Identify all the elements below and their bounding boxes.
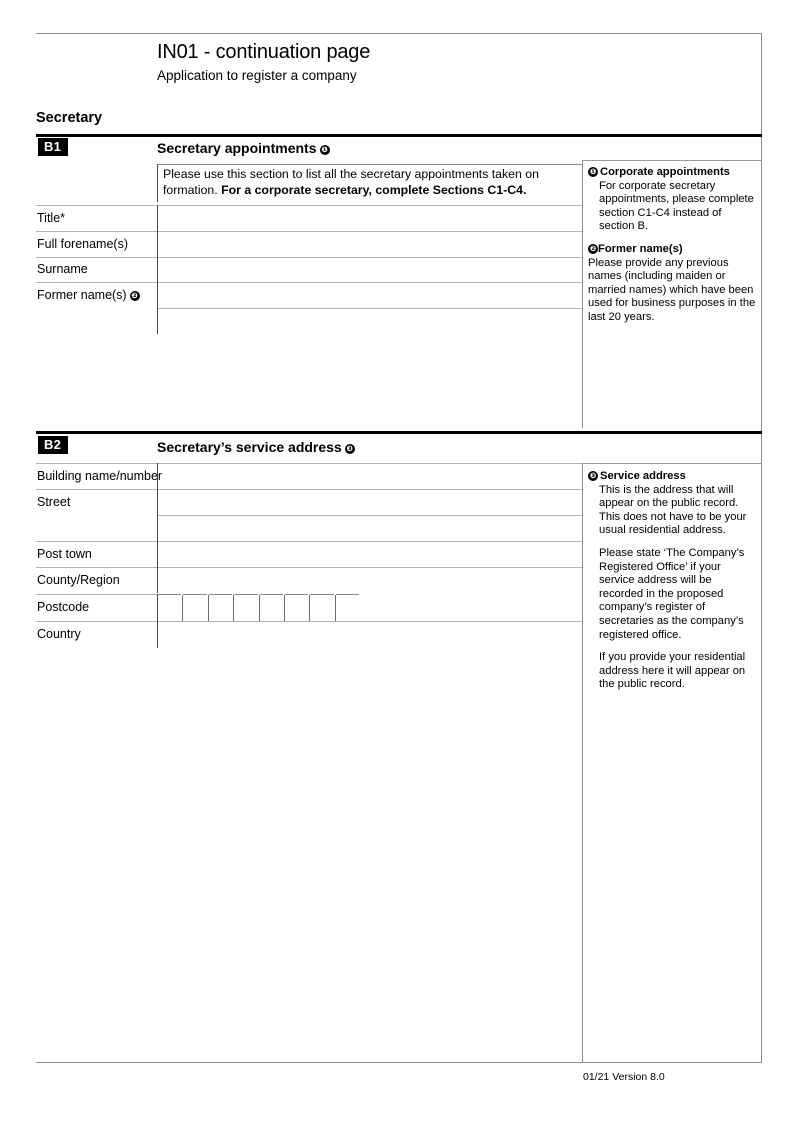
section-b2-badge: B2 bbox=[38, 436, 69, 454]
b1-guidance-1-body: For corporate secretary appointments, pl… bbox=[599, 179, 754, 233]
b1-guidance-1-title: Corporate appointments bbox=[600, 166, 730, 178]
guidance-marker-1-icon: ❶ bbox=[319, 145, 330, 155]
page-footer-version: 01/21 Version 8.0 bbox=[583, 1071, 665, 1083]
b2-label-street: Street bbox=[37, 495, 71, 509]
b2-input-street-continued[interactable] bbox=[159, 516, 581, 540]
b2-guidance-top-line bbox=[582, 463, 762, 464]
b2-guidance-1-para-2: Please state ‘The Company’s Registered O… bbox=[599, 546, 745, 641]
postcode-char-input-2[interactable] bbox=[183, 595, 206, 620]
b1-instruction-left-divider bbox=[157, 164, 158, 202]
b2-row-country-divider bbox=[157, 621, 158, 648]
b1-guidance-left-divider bbox=[582, 160, 583, 428]
b2-label-post-town: Post town bbox=[37, 547, 92, 561]
b2-guidance-1-body: This is the address that will appear on … bbox=[599, 483, 747, 537]
b2-row-county-divider bbox=[157, 567, 158, 593]
postcode-char-input-1[interactable] bbox=[158, 595, 181, 620]
b2-input-county-region[interactable] bbox=[159, 568, 581, 592]
b1-guidance-top-line bbox=[582, 160, 762, 161]
b2-label-postcode: Postcode bbox=[37, 600, 90, 614]
page-frame-right-border bbox=[761, 33, 762, 1063]
guidance-bullet-1-icon: ❶ bbox=[588, 167, 598, 177]
page-frame-top-border bbox=[36, 33, 762, 34]
b1-row-title-divider bbox=[157, 205, 158, 231]
b1-row-forename-divider bbox=[157, 231, 158, 257]
b1-instruction-line-2: For a corporate secretary, complete Sect… bbox=[221, 182, 527, 197]
b1-label-full-forenames: Full forename(s) bbox=[37, 237, 128, 251]
section-group-heading: Secretary bbox=[36, 110, 103, 126]
b2-guidance-panel: ❸ Service address This is the address tha… bbox=[588, 470, 756, 692]
form-page: IN01 - continuation page Application to … bbox=[0, 0, 800, 1130]
b1-input-full-forenames[interactable] bbox=[159, 232, 581, 256]
b2-guidance-left-divider bbox=[582, 463, 583, 1062]
section-b2-heading: Secretary’s service address ❸ bbox=[157, 439, 355, 456]
b1-input-surname[interactable] bbox=[159, 258, 581, 281]
section-b2-top-rule bbox=[36, 431, 762, 434]
b1-label-former-names-text: Former name(s) bbox=[37, 288, 127, 302]
b1-row-former-divider bbox=[157, 282, 158, 308]
b1-input-title[interactable] bbox=[159, 206, 581, 230]
b2-label-county-region: County/Region bbox=[37, 573, 120, 587]
b1-label-title: Title* bbox=[37, 211, 66, 225]
b2-guidance-item-1: ❸ Service address This is the address tha… bbox=[588, 470, 756, 692]
b2-label-building-name-number: Building name/number bbox=[37, 469, 163, 483]
b2-input-post-town[interactable] bbox=[159, 542, 581, 566]
b1-row-surname-divider bbox=[157, 257, 158, 282]
section-b1-badge: B1 bbox=[38, 138, 69, 156]
b2-input-building-name-number[interactable] bbox=[159, 464, 581, 488]
b1-guidance-item-2: ❷ Former name(s) Please provide any previ… bbox=[588, 243, 756, 325]
b1-guidance-2-body: Please provide any previous names (inclu… bbox=[588, 256, 756, 323]
section-b1-heading-text: Secretary appointments bbox=[157, 140, 317, 156]
page-title: IN01 - continuation page bbox=[157, 41, 371, 63]
b2-label-country: Country bbox=[37, 627, 81, 641]
postcode-char-input-7[interactable] bbox=[310, 595, 333, 620]
postcode-char-input-6[interactable] bbox=[285, 595, 308, 620]
section-b2-heading-text: Secretary’s service address bbox=[157, 439, 342, 455]
section-b1-top-rule bbox=[36, 134, 762, 137]
section-b1-heading: Secretary appointments ❶ bbox=[157, 140, 330, 157]
b2-row-building-divider bbox=[157, 463, 158, 489]
b2-input-country[interactable] bbox=[159, 622, 581, 647]
b2-guidance-1-title: Service address bbox=[600, 470, 686, 482]
guidance-bullet-2-icon: ❷ bbox=[588, 243, 598, 254]
b2-guidance-1-para-3: If you provide your residential address … bbox=[599, 651, 746, 691]
b1-guidance-2-title: Former name(s) bbox=[598, 242, 683, 255]
b1-guidance-panel: ❶ Corporate appointments For corporate se… bbox=[588, 166, 756, 325]
postcode-char-input-5[interactable] bbox=[260, 595, 283, 620]
guidance-marker-3-icon: ❸ bbox=[344, 444, 355, 454]
b1-label-former-names: Former name(s) ❷ bbox=[37, 288, 140, 303]
guidance-marker-2-icon: ❷ bbox=[129, 291, 140, 301]
b2-row-street-cont-divider bbox=[157, 515, 158, 541]
b1-instruction-top-line bbox=[157, 164, 582, 165]
b1-instruction-text: Please use this section to list all the … bbox=[163, 167, 583, 198]
page-subtitle: Application to register a company bbox=[157, 68, 357, 83]
b1-guidance-item-1: ❶ Corporate appointments For corporate se… bbox=[588, 166, 756, 234]
b1-label-surname: Surname bbox=[37, 262, 88, 276]
postcode-char-input-8[interactable] bbox=[336, 595, 359, 620]
guidance-bullet-3-icon: ❸ bbox=[588, 471, 598, 481]
b1-input-former-names[interactable] bbox=[159, 283, 581, 307]
postcode-char-input-3[interactable] bbox=[209, 595, 232, 620]
b2-row-post-town-divider bbox=[157, 541, 158, 567]
b2-input-street[interactable] bbox=[159, 490, 581, 514]
page-frame-bottom-border bbox=[36, 1062, 762, 1063]
b1-row-former-cont-divider bbox=[157, 308, 158, 334]
postcode-char-input-4[interactable] bbox=[234, 595, 257, 620]
b2-row-street-divider bbox=[157, 489, 158, 515]
b1-input-former-names-continued[interactable] bbox=[159, 309, 581, 333]
b2-row-postcode-top-line bbox=[36, 594, 157, 595]
